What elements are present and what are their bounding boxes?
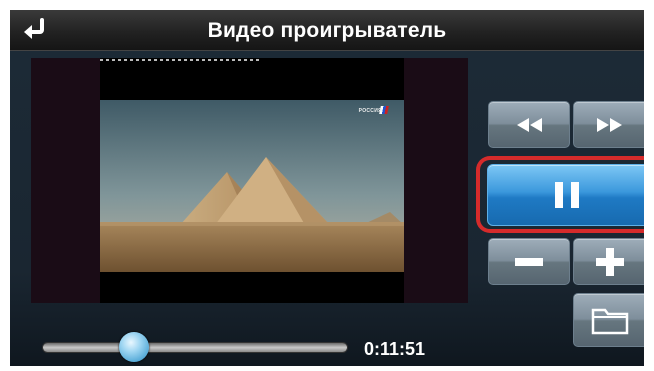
- video-frame: РОССИЯ: [100, 100, 404, 272]
- title-bar: Видео проигрыватель: [10, 10, 644, 51]
- pause-icon: [554, 182, 579, 208]
- channel-logo: РОССИЯ: [358, 108, 382, 114]
- pause-button[interactable]: [487, 164, 644, 226]
- fast-forward-button[interactable]: [573, 101, 644, 148]
- fast-forward-icon: [596, 117, 622, 132]
- player-screen: Видео проигрыватель РОССИЯ 0:11:51: [10, 10, 644, 366]
- video-image: [100, 100, 404, 272]
- player-body: РОССИЯ 0:11:51: [10, 51, 644, 366]
- progress-knob[interactable]: [119, 332, 150, 362]
- back-button[interactable]: [20, 16, 50, 44]
- folder-icon: [591, 308, 628, 335]
- minus-icon: [515, 257, 543, 266]
- rewind-icon: [517, 117, 542, 132]
- video-dotted-line: [100, 59, 260, 61]
- rewind-button[interactable]: [488, 101, 570, 148]
- plus-icon: [595, 247, 624, 276]
- elapsed-time: 0:11:51: [364, 339, 426, 359]
- volume-down-button[interactable]: [488, 238, 570, 285]
- video-letterbox-top: [100, 58, 404, 103]
- video-area[interactable]: РОССИЯ: [31, 58, 468, 303]
- open-file-button[interactable]: [573, 293, 644, 347]
- volume-up-button[interactable]: [573, 238, 644, 285]
- return-arrow-icon: [24, 18, 44, 39]
- progress-track[interactable]: [43, 343, 347, 352]
- video-letterbox-bottom: [100, 272, 404, 303]
- device-frame: Видео проигрыватель РОССИЯ 0:11:51: [0, 0, 654, 371]
- page-title: Видео проигрыватель: [207, 19, 447, 42]
